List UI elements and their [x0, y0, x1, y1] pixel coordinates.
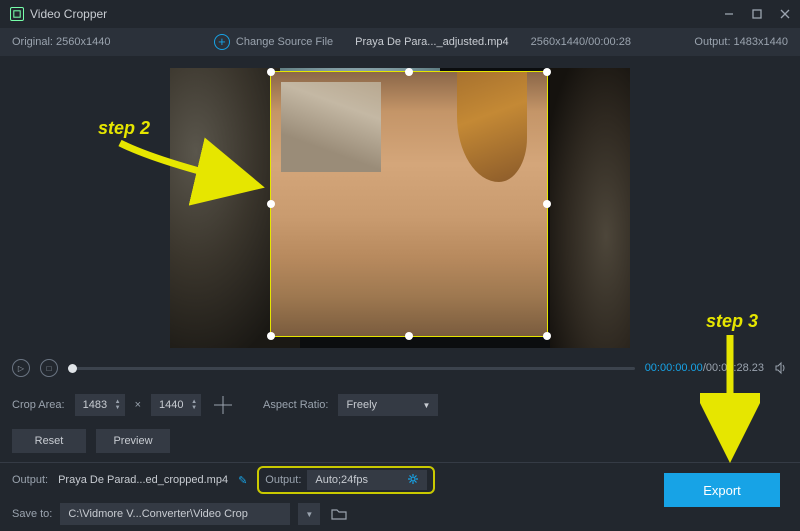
timeline-slider[interactable] [68, 367, 635, 370]
export-button[interactable]: Export [664, 473, 780, 507]
output-settings-field[interactable]: Auto;24fps [307, 470, 427, 490]
maximize-button[interactable] [750, 7, 764, 21]
time-display: 00:00:00.00/00:00:28.23 [645, 362, 764, 374]
output-dimensions: Output: 1483x1440 [694, 36, 788, 48]
reset-button[interactable]: Reset [12, 429, 86, 453]
titlebar: Video Cropper [0, 0, 800, 28]
save-path-field[interactable]: C:\Vidmore V...Converter\Video Crop [60, 503, 290, 525]
crop-box[interactable] [270, 71, 548, 337]
play-button[interactable]: ▷ [12, 359, 30, 377]
annotation-step3: step 3 [706, 311, 758, 332]
time-total: 00:00:28.23 [706, 362, 764, 374]
crop-settings-row: Crop Area: 1483▲▼ × 1440▲▼ Aspect Ratio:… [0, 382, 800, 428]
playback-controls: ▷ □ 00:00:00.00/00:00:28.23 [0, 354, 800, 382]
change-source-button[interactable]: + Change Source File [214, 34, 333, 50]
output-settings-label: Output: [265, 474, 301, 486]
output-label: Output: [12, 474, 48, 486]
preview-button[interactable]: Preview [96, 429, 170, 453]
video-frame [170, 68, 630, 348]
crop-handle-bm[interactable] [405, 332, 413, 340]
save-to-label: Save to: [12, 508, 52, 520]
save-path-dropdown[interactable]: ▼ [298, 503, 320, 525]
crop-handle-tm[interactable] [405, 68, 413, 76]
aspect-ratio-label: Aspect Ratio: [263, 399, 328, 411]
annotation-step2: step 2 [98, 118, 150, 139]
gear-icon[interactable] [407, 473, 419, 488]
source-dimensions-duration: 2560x1440/00:00:28 [531, 36, 631, 48]
toolbar: Original: 2560x1440 + Change Source File… [0, 28, 800, 56]
minimize-button[interactable] [722, 7, 736, 21]
change-source-label: Change Source File [236, 36, 333, 48]
crop-height-input[interactable]: 1440▲▼ [151, 394, 201, 416]
playhead[interactable] [68, 364, 77, 373]
crop-handle-tl[interactable] [267, 68, 275, 76]
aspect-ratio-select[interactable]: Freely▼ [338, 394, 438, 416]
source-filename: Praya De Para..._adjusted.mp4 [355, 36, 508, 48]
close-button[interactable] [778, 7, 792, 21]
crop-handle-br[interactable] [543, 332, 551, 340]
crop-handle-bl[interactable] [267, 332, 275, 340]
volume-icon[interactable] [774, 361, 788, 375]
output-settings-highlight: Output: Auto;24fps [257, 466, 435, 494]
crop-handle-mr[interactable] [543, 200, 551, 208]
crop-area-label: Crop Area: [12, 399, 65, 411]
preview-area [0, 56, 800, 354]
crop-width-input[interactable]: 1483▲▼ [75, 394, 125, 416]
crop-handle-ml[interactable] [267, 200, 275, 208]
x-separator: × [135, 399, 141, 411]
stop-button[interactable]: □ [40, 359, 58, 377]
action-buttons: Reset Preview [0, 426, 800, 456]
plus-icon: + [214, 34, 230, 50]
original-dimensions: Original: 2560x1440 [12, 36, 110, 48]
app-icon [10, 7, 24, 21]
output-filename: Praya De Parad...ed_cropped.mp4 [58, 474, 228, 486]
crop-handle-tr[interactable] [543, 68, 551, 76]
edit-filename-icon[interactable]: ✎ [238, 474, 247, 487]
center-crop-button[interactable] [211, 393, 235, 417]
app-title: Video Cropper [30, 7, 107, 21]
open-folder-button[interactable] [328, 503, 350, 525]
time-current: 00:00:00.00 [645, 362, 703, 374]
